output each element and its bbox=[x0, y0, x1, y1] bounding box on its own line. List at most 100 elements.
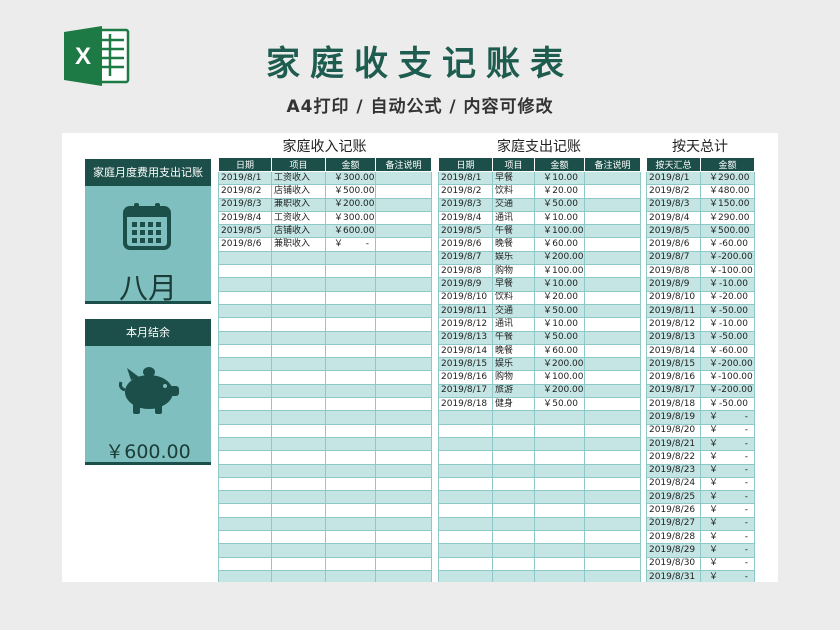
amount-cell[interactable]: ￥ 200.00 bbox=[534, 357, 585, 372]
date-cell[interactable]: 2019/8/12 bbox=[438, 317, 493, 332]
empty-cell[interactable] bbox=[438, 543, 493, 558]
empty-cell[interactable] bbox=[375, 516, 432, 532]
empty-cell[interactable] bbox=[325, 423, 376, 438]
amount-cell[interactable]: ￥ 300.00 bbox=[325, 210, 376, 226]
empty-cell[interactable] bbox=[271, 330, 326, 345]
empty-cell[interactable] bbox=[438, 450, 493, 465]
empty-cell[interactable] bbox=[375, 490, 432, 505]
empty-cell[interactable] bbox=[375, 250, 432, 266]
empty-cell[interactable] bbox=[534, 516, 585, 532]
item-cell[interactable]: 早餐 bbox=[492, 170, 535, 186]
item-cell[interactable]: 工资收入 bbox=[271, 210, 326, 226]
empty-cell[interactable] bbox=[325, 556, 376, 571]
empty-cell[interactable] bbox=[271, 397, 326, 412]
date-cell[interactable]: 2019/8/3 bbox=[218, 197, 272, 212]
empty-cell[interactable] bbox=[375, 343, 432, 359]
empty-cell[interactable] bbox=[438, 556, 493, 571]
note-cell[interactable] bbox=[584, 290, 641, 305]
note-cell[interactable] bbox=[584, 250, 641, 266]
empty-cell[interactable] bbox=[325, 490, 376, 505]
empty-cell[interactable] bbox=[218, 277, 272, 292]
date-cell[interactable]: 2019/8/2 bbox=[218, 184, 272, 199]
empty-cell[interactable] bbox=[584, 543, 641, 558]
empty-cell[interactable] bbox=[325, 530, 376, 545]
empty-cell[interactable] bbox=[375, 476, 432, 492]
empty-cell[interactable] bbox=[375, 530, 432, 545]
empty-cell[interactable] bbox=[218, 423, 272, 438]
amount-cell[interactable]: ￥ 60.00 bbox=[534, 343, 585, 359]
empty-cell[interactable] bbox=[375, 423, 432, 438]
item-cell[interactable]: 晚餐 bbox=[492, 343, 535, 359]
empty-cell[interactable] bbox=[584, 436, 641, 452]
column-header[interactable]: 金额 bbox=[325, 157, 376, 172]
amount-cell[interactable]: ￥ 300.00 bbox=[325, 170, 376, 186]
empty-cell[interactable] bbox=[492, 556, 535, 571]
empty-cell[interactable] bbox=[492, 423, 535, 438]
empty-cell[interactable] bbox=[271, 343, 326, 359]
empty-cell[interactable] bbox=[438, 463, 493, 478]
date-cell[interactable]: 2019/8/18 bbox=[438, 397, 493, 412]
note-cell[interactable] bbox=[584, 357, 641, 372]
empty-cell[interactable] bbox=[325, 357, 376, 372]
empty-cell[interactable] bbox=[271, 264, 326, 279]
amount-cell[interactable]: ￥ 600.00 bbox=[325, 224, 376, 239]
note-cell[interactable] bbox=[584, 330, 641, 345]
empty-cell[interactable] bbox=[534, 436, 585, 452]
item-cell[interactable]: 饮料 bbox=[492, 290, 535, 305]
note-cell[interactable] bbox=[584, 184, 641, 199]
empty-cell[interactable] bbox=[325, 516, 376, 532]
empty-cell[interactable] bbox=[534, 410, 585, 425]
empty-cell[interactable] bbox=[534, 490, 585, 505]
date-cell[interactable]: 2019/8/18 bbox=[646, 397, 701, 412]
amount-cell[interactable]: ￥ - bbox=[700, 463, 755, 478]
item-cell[interactable]: 娱乐 bbox=[492, 250, 535, 266]
empty-cell[interactable] bbox=[218, 383, 272, 399]
empty-cell[interactable] bbox=[584, 516, 641, 532]
date-cell[interactable]: 2019/8/6 bbox=[438, 237, 493, 252]
empty-cell[interactable] bbox=[271, 450, 326, 465]
empty-cell[interactable] bbox=[438, 436, 493, 452]
empty-cell[interactable] bbox=[492, 569, 535, 582]
amount-cell[interactable]: ￥ 20.00 bbox=[534, 290, 585, 305]
empty-cell[interactable] bbox=[325, 250, 376, 266]
empty-cell[interactable] bbox=[438, 569, 493, 582]
empty-cell[interactable] bbox=[584, 423, 641, 438]
empty-cell[interactable] bbox=[492, 450, 535, 465]
amount-cell[interactable]: ￥ 50.00 bbox=[534, 397, 585, 412]
date-cell[interactable]: 2019/8/28 bbox=[646, 530, 701, 545]
note-cell[interactable] bbox=[375, 184, 432, 199]
date-cell[interactable]: 2019/8/25 bbox=[646, 490, 701, 505]
date-cell[interactable]: 2019/8/4 bbox=[646, 210, 701, 226]
empty-cell[interactable] bbox=[271, 543, 326, 558]
empty-cell[interactable] bbox=[492, 516, 535, 532]
empty-cell[interactable] bbox=[218, 476, 272, 492]
amount-cell[interactable]: ￥ 290.00 bbox=[700, 210, 755, 226]
note-cell[interactable] bbox=[584, 317, 641, 332]
empty-cell[interactable] bbox=[584, 490, 641, 505]
empty-cell[interactable] bbox=[271, 410, 326, 425]
empty-cell[interactable] bbox=[325, 317, 376, 332]
empty-cell[interactable] bbox=[492, 476, 535, 492]
empty-cell[interactable] bbox=[325, 383, 376, 399]
empty-cell[interactable] bbox=[534, 423, 585, 438]
empty-cell[interactable] bbox=[438, 410, 493, 425]
column-header[interactable]: 日期 bbox=[218, 157, 272, 172]
date-cell[interactable]: 2019/8/14 bbox=[438, 343, 493, 359]
amount-cell[interactable]: ￥ - bbox=[700, 556, 755, 571]
item-cell[interactable]: 购物 bbox=[492, 370, 535, 385]
column-header[interactable]: 项目 bbox=[271, 157, 326, 172]
empty-cell[interactable] bbox=[375, 556, 432, 571]
amount-cell[interactable]: ￥ 50.00 bbox=[534, 303, 585, 319]
empty-cell[interactable] bbox=[218, 516, 272, 532]
empty-cell[interactable] bbox=[218, 330, 272, 345]
column-header[interactable]: 金额 bbox=[534, 157, 585, 172]
empty-cell[interactable] bbox=[218, 436, 272, 452]
date-cell[interactable]: 2019/8/1 bbox=[218, 170, 272, 186]
empty-cell[interactable] bbox=[375, 330, 432, 345]
empty-cell[interactable] bbox=[218, 569, 272, 582]
empty-cell[interactable] bbox=[218, 410, 272, 425]
amount-cell[interactable]: ￥ - bbox=[700, 490, 755, 505]
empty-cell[interactable] bbox=[534, 569, 585, 582]
empty-cell[interactable] bbox=[271, 503, 326, 518]
empty-cell[interactable] bbox=[218, 397, 272, 412]
